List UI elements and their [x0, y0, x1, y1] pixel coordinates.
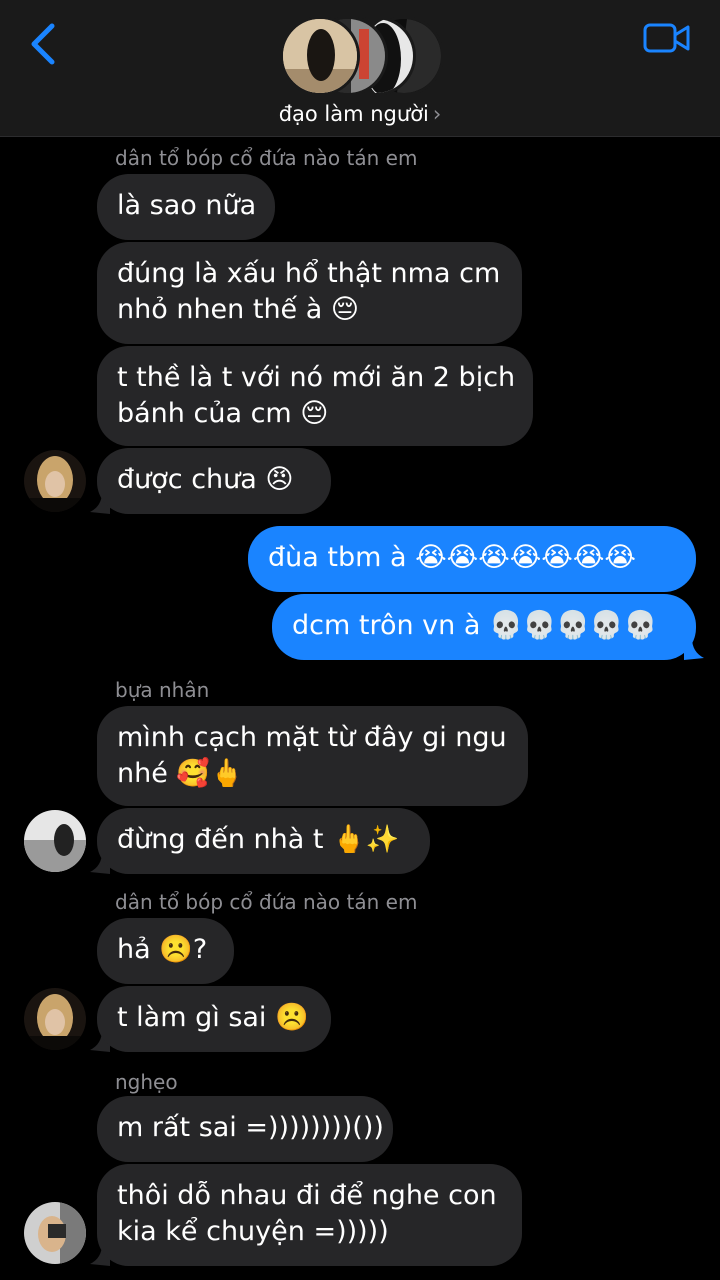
message-bubble[interactable]: được chưa 😠 — [97, 448, 331, 514]
message-bubble[interactable]: t làm gì sai ☹️ — [97, 986, 331, 1052]
video-camera-icon — [643, 23, 690, 53]
message-bubble[interactable]: đừng đến nhà t 🖕✨ — [97, 808, 430, 874]
message-bubble[interactable]: thôi dỗ nhau đi để nghe con kia kể chuyệ… — [97, 1164, 522, 1266]
chevron-left-icon — [31, 23, 55, 65]
sender-name: dân tổ bóp cổ đứa nào tán em — [115, 890, 418, 914]
back-button[interactable] — [24, 20, 64, 68]
chevron-right-icon: › — [432, 102, 442, 126]
message-bubble[interactable]: m rất sai =))))))))()) — [97, 1096, 393, 1162]
message-bubble[interactable]: đúng là xấu hổ thật nma cm nhỏ nhen thế … — [97, 242, 522, 344]
message-text: kia kể chuyện =))))) — [117, 1216, 389, 1247]
group-name-button[interactable]: đạo làm người › — [0, 102, 720, 132]
message-list[interactable]: dân tổ bóp cổ đứa nào tán em là sao nữa … — [0, 136, 720, 1280]
message-text: mình cạch mặt từ đây gi ngu — [117, 722, 507, 753]
sender-name: bựa nhân — [115, 678, 210, 702]
message-text: hả ☹️? — [117, 934, 208, 965]
sender-name: nghẹo — [115, 1070, 178, 1094]
avatar[interactable] — [24, 988, 86, 1050]
message-text: được chưa 😠 — [117, 464, 294, 495]
message-text: bánh của cm 😔 — [117, 398, 329, 429]
group-name: đạo làm người — [278, 102, 429, 126]
message-text: đúng là xấu hổ thật nma cm — [117, 258, 501, 289]
message-text: đùa tbm à 😭😭😭😭😭😭😭 — [268, 542, 636, 573]
conversation-header: đạo làm người › — [0, 0, 720, 137]
message-text: đừng đến nhà t 🖕✨ — [117, 824, 400, 855]
bubble-tail — [684, 638, 704, 660]
message-text: t thề là t với nó mới ăn 2 bịch — [117, 362, 516, 393]
message-bubble-outgoing[interactable]: dcm trôn vn à 💀💀💀💀💀 — [272, 594, 696, 660]
message-bubble[interactable]: t thề là t với nó mới ăn 2 bịch bánh của… — [97, 346, 533, 446]
group-member-avatar-1 — [280, 16, 360, 96]
video-call-button[interactable] — [642, 20, 692, 58]
group-avatars[interactable] — [278, 14, 444, 96]
message-text: m rất sai =))))))))()) — [117, 1112, 384, 1143]
message-text: dcm trôn vn à 💀💀💀💀💀 — [292, 610, 658, 641]
avatar[interactable] — [24, 810, 86, 872]
sender-name: dân tổ bóp cổ đứa nào tán em — [115, 146, 418, 170]
avatar[interactable] — [24, 1202, 86, 1264]
message-text: nhỏ nhen thế à 😔 — [117, 294, 360, 325]
message-text: thôi dỗ nhau đi để nghe con — [117, 1180, 497, 1211]
message-text: là sao nữa — [117, 190, 257, 221]
message-text: nhé 🥰🖕 — [117, 758, 244, 789]
message-text: t làm gì sai ☹️ — [117, 1002, 309, 1033]
message-bubble[interactable]: là sao nữa — [97, 174, 275, 240]
message-bubble[interactable]: mình cạch mặt từ đây gi ngu nhé 🥰🖕 — [97, 706, 528, 806]
message-bubble[interactable]: hả ☹️? — [97, 918, 234, 984]
message-bubble-outgoing[interactable]: đùa tbm à 😭😭😭😭😭😭😭 — [248, 526, 696, 592]
avatar[interactable] — [24, 450, 86, 512]
